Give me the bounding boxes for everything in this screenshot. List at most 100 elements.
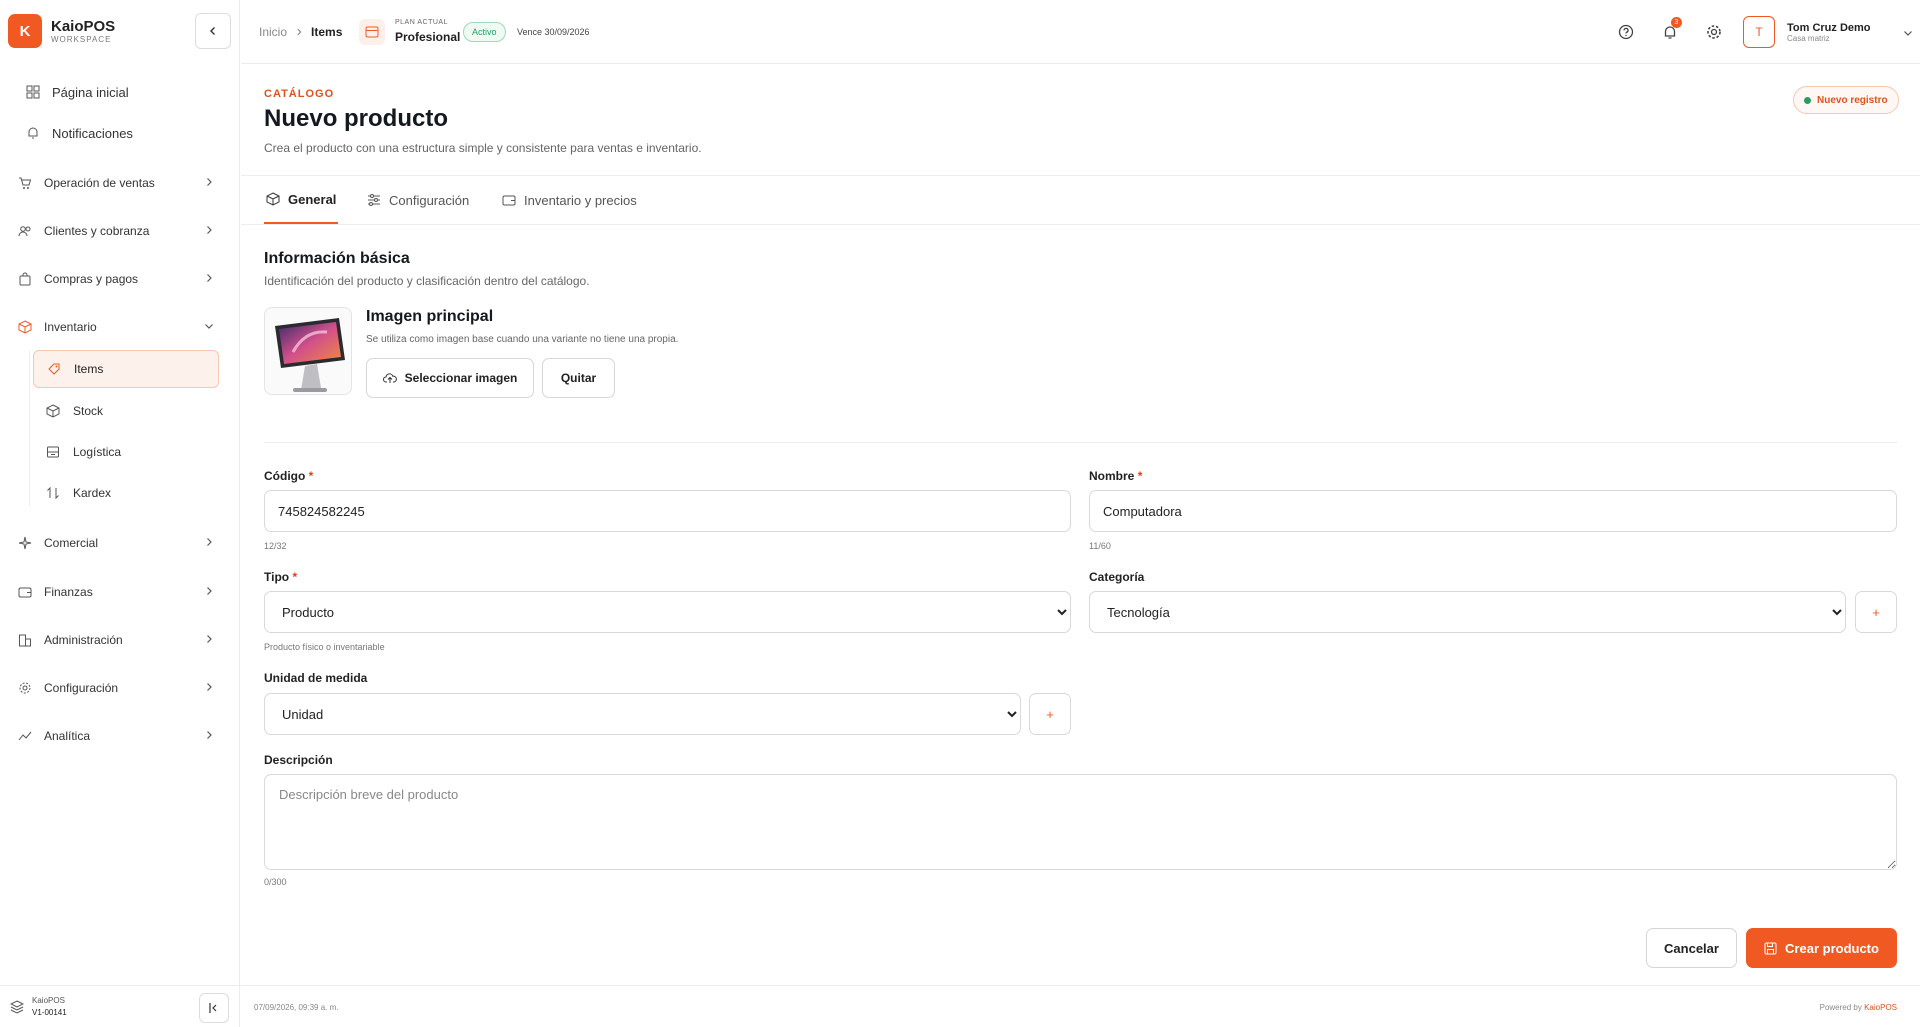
type-label-text: Tipo: [264, 570, 290, 584]
required-mark: *: [308, 469, 314, 483]
code-label: Código *: [264, 469, 313, 483]
new-record-label: Nuevo registro: [1817, 94, 1888, 106]
notification-count-badge: 3: [1671, 17, 1682, 28]
collapse-sidebar-button[interactable]: [195, 13, 231, 49]
sidebar-item-label: Stock: [73, 404, 104, 418]
powered-prefix: Powered by: [1819, 1003, 1862, 1012]
code-input[interactable]: [264, 490, 1071, 532]
sidebar-item-commercial[interactable]: Comercial: [14, 528, 224, 558]
create-product-label: Crear producto: [1785, 940, 1879, 956]
type-label: Tipo *: [264, 570, 297, 584]
layers-icon: [10, 1000, 24, 1014]
category-select[interactable]: Tecnología: [1089, 591, 1846, 633]
sidebar-item-finance[interactable]: Finanzas: [14, 577, 224, 607]
sidebar-item-label: Kardex: [73, 486, 112, 500]
add-unit-button[interactable]: +: [1029, 693, 1071, 735]
powered-brand[interactable]: KaioPOS: [1864, 1003, 1897, 1012]
powered-by: Powered by KaioPOS: [1820, 1003, 1897, 1012]
plan-label: PLAN ACTUAL: [395, 19, 448, 26]
user-branch: Casa matriz: [1787, 33, 1830, 43]
description-textarea[interactable]: [264, 774, 1897, 870]
sidebar-subitem-items[interactable]: Items: [33, 350, 219, 388]
chevron-right-icon: [207, 587, 212, 595]
credit-card-icon: [359, 19, 385, 45]
image-title: Imagen principal: [366, 308, 494, 325]
plan-status-badge: Activo: [463, 22, 506, 42]
notifications-button[interactable]: 3: [1659, 17, 1682, 43]
chevron-right-icon: [207, 635, 212, 643]
brand[interactable]: K KaioPOS WORKSPACE: [8, 14, 115, 48]
sidebar-subitem-logistics[interactable]: Logística: [33, 433, 219, 471]
sidebar-item-administration[interactable]: Administración: [14, 625, 224, 655]
sidebar-item-label: Comercial: [44, 536, 99, 550]
name-label: Nombre *: [1089, 469, 1142, 483]
settings-button[interactable]: [1703, 21, 1725, 43]
section-title: Información básica: [264, 250, 410, 267]
sidebar-item-label: Inventario: [44, 320, 97, 334]
footer-app-name: KaioPOS: [32, 996, 65, 1005]
collapse-footer-button[interactable]: [199, 993, 229, 1023]
wallet-icon: [502, 195, 516, 206]
breadcrumb-current: Items: [311, 25, 343, 39]
description-label: Descripción: [264, 753, 333, 767]
save-icon: [1764, 942, 1777, 954]
tab-configuration[interactable]: Configuración: [367, 176, 469, 224]
topbar: Inicio Items PLAN ACTUAL Profesional Act…: [241, 0, 1920, 64]
remove-image-button[interactable]: Quitar: [542, 358, 615, 398]
pos-terminal-image: [275, 318, 345, 392]
sidebar: K KaioPOS WORKSPACE Página inicial Notif…: [0, 0, 240, 1027]
bell-icon: [22, 126, 44, 140]
footer-version: V1-00141: [32, 1008, 67, 1017]
page-eyebrow: CATÁLOGO: [264, 88, 335, 100]
archive-icon: [43, 445, 63, 459]
bag-icon: [14, 272, 36, 286]
chevron-left-icon: [210, 27, 215, 35]
timestamp: 07/09/2026, 09:39 a. m.: [254, 1003, 339, 1012]
sidebar-item-purchases[interactable]: Compras y pagos: [14, 264, 224, 294]
add-category-button[interactable]: +: [1855, 591, 1897, 633]
tab-general[interactable]: General: [264, 176, 339, 224]
help-button[interactable]: [1615, 21, 1637, 43]
swap-icon: [43, 486, 63, 500]
sparkle-icon: [14, 536, 36, 550]
sidebar-item-inventory[interactable]: Inventario: [14, 312, 224, 342]
sidebar-item-label: Página inicial: [52, 84, 129, 100]
section-subtitle: Identificación del producto y clasificac…: [264, 274, 590, 288]
sidebar-item-label: Operación de ventas: [44, 176, 155, 190]
tab-label: Inventario y precios: [524, 192, 637, 208]
unit-select[interactable]: Unidad: [264, 693, 1021, 735]
sidebar-subitem-kardex[interactable]: Kardex: [33, 474, 219, 512]
product-image-thumbnail[interactable]: [264, 307, 352, 395]
brand-sub: WORKSPACE: [51, 35, 112, 44]
breadcrumb-home[interactable]: Inicio: [259, 25, 287, 39]
sidebar-item-label: Analítica: [44, 729, 91, 743]
chevron-right-icon: [207, 683, 212, 691]
sidebar-item-sales[interactable]: Operación de ventas: [14, 168, 224, 198]
cancel-button[interactable]: Cancelar: [1646, 928, 1737, 968]
chevron-right-icon: [207, 538, 212, 546]
create-product-button[interactable]: Crear producto: [1746, 928, 1897, 968]
required-mark: *: [1137, 469, 1143, 483]
building-icon: [14, 633, 36, 647]
sidebar-item-label: Administración: [44, 633, 123, 647]
name-input[interactable]: [1089, 490, 1897, 532]
sidebar-item-analytics[interactable]: Analítica: [14, 721, 224, 751]
cube-icon: [43, 404, 63, 418]
sidebar-item-settings[interactable]: Configuración: [14, 673, 224, 703]
select-image-button[interactable]: Seleccionar imagen: [366, 358, 534, 398]
user-menu[interactable]: T Tom Cruz Demo Casa matriz: [1743, 13, 1913, 51]
wallet-icon: [14, 585, 36, 599]
required-mark: *: [292, 570, 298, 584]
plan-expires: Vence 30/09/2026: [517, 27, 590, 37]
new-record-badge: Nuevo registro: [1793, 86, 1899, 114]
type-select[interactable]: Producto: [264, 591, 1071, 633]
tab-inventory-prices[interactable]: Inventario y precios: [502, 176, 637, 224]
sidebar-item-clients[interactable]: Clientes y cobranza: [14, 216, 224, 246]
sidebar-subitem-stock[interactable]: Stock: [33, 392, 219, 430]
type-hint: Producto físico o inventariable: [264, 642, 385, 652]
form-actions: Cancelar Crear producto: [241, 914, 1920, 985]
sidebar-footer: KaioPOS V1-00141: [0, 985, 240, 1027]
sidebar-item-notifications[interactable]: Notificaciones: [22, 118, 232, 148]
sidebar-item-home[interactable]: Página inicial: [22, 77, 232, 107]
trend-icon: [14, 729, 36, 743]
